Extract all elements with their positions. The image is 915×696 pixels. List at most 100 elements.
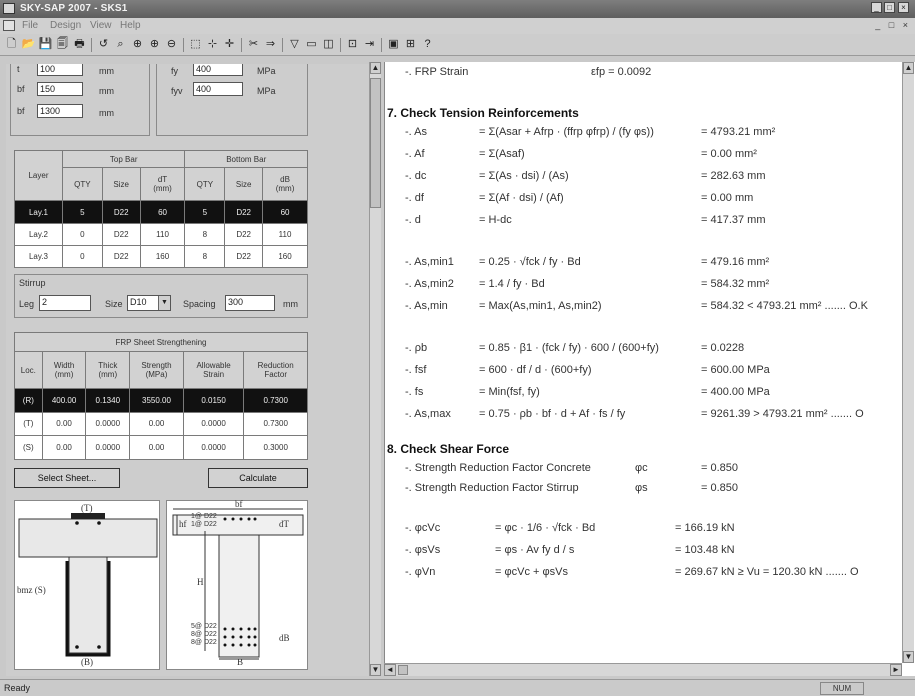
frp-cell-loc[interactable]: (R) [14, 387, 43, 413]
rebar-cell-bsize[interactable]: D22 [224, 244, 264, 269]
frp-cell-strain[interactable]: 0.0000 [182, 411, 245, 437]
filter-icon[interactable]: ▽ [287, 37, 302, 52]
frp-cell-strength[interactable]: 0.00 [129, 435, 184, 460]
frp-cell-loc[interactable]: (S) [14, 435, 43, 460]
pan-icon[interactable]: ↺ [96, 37, 111, 52]
stirrup-size-select[interactable]: D10 ▼ [127, 295, 171, 311]
rebar-cell-bqty[interactable]: 8 [184, 244, 226, 269]
paste-icon[interactable]: ⇒ [263, 37, 278, 52]
chevron-down-icon[interactable]: ▼ [158, 296, 170, 310]
scroll-down-icon[interactable]: ▼ [370, 664, 381, 676]
spacing-field[interactable]: 300 [225, 295, 275, 311]
menu-file[interactable]: File [22, 20, 38, 31]
rebar-cell-db[interactable]: 160 [262, 244, 308, 269]
minimize-button[interactable]: _ [871, 2, 882, 13]
maximize-button[interactable]: □ [884, 2, 895, 13]
select-icon[interactable]: ⬚ [188, 37, 203, 52]
frp-cell-thick[interactable]: 0.0000 [85, 435, 131, 460]
frp-cell-width[interactable]: 0.00 [41, 435, 87, 460]
input-panel-scrollbar[interactable]: ▲ ▼ [369, 62, 381, 676]
close-button[interactable]: × [898, 2, 909, 13]
frp-cell-strength[interactable]: 3550.00 [129, 387, 184, 413]
rebar-cell-dt[interactable]: 110 [139, 222, 186, 246]
table-row[interactable]: Lay.2 0 D22 110 8 D22 110 [14, 222, 308, 246]
rebar-cell-dt[interactable]: 160 [139, 244, 186, 269]
h-unit: mm [99, 108, 114, 118]
rebar-cell-tsize[interactable]: D22 [101, 244, 141, 269]
rebar-cell-tqty[interactable]: 5 [61, 200, 103, 224]
frp-cell-strain[interactable]: 0.0150 [182, 387, 245, 413]
frp-cell-factor[interactable]: 0.7300 [243, 387, 308, 413]
rebar-cell-layer[interactable]: Lay.3 [14, 244, 63, 269]
zoom-out-icon[interactable]: ⊖ [164, 37, 179, 52]
frp-cell-width[interactable]: 400.00 [41, 387, 87, 413]
section-icon[interactable]: ◫ [321, 37, 336, 52]
calc-icon[interactable]: ▣ [386, 37, 401, 52]
zoom-window-icon[interactable]: ⌕ [113, 37, 128, 52]
input-panel-scroll-thumb[interactable] [370, 78, 381, 208]
help-icon[interactable]: ? [420, 37, 435, 52]
menu-help[interactable]: Help [120, 20, 141, 31]
leg-field[interactable]: 2 [39, 295, 91, 311]
rebar-cell-tqty[interactable]: 0 [61, 244, 103, 269]
scroll-left-icon[interactable]: ◄ [384, 664, 396, 676]
move-icon[interactable]: ✛ [222, 37, 237, 52]
frp-cell-thick[interactable]: 0.1340 [85, 387, 131, 413]
frp-cell-loc[interactable]: (T) [14, 411, 43, 437]
fyv-field[interactable]: 400 [193, 82, 243, 96]
measure-icon[interactable]: ⊹ [205, 37, 220, 52]
zoom-fit-icon[interactable]: ⊕ [130, 37, 145, 52]
rebar-cell-db[interactable]: 60 [262, 200, 308, 224]
scroll-up-icon[interactable]: ▲ [370, 62, 381, 74]
rebar-cell-tsize[interactable]: D22 [101, 222, 141, 246]
bw-field[interactable]: 150 [37, 82, 83, 96]
fy-field[interactable]: 400 [193, 64, 243, 76]
rebar-cell-tqty[interactable]: 0 [61, 222, 103, 246]
table-row[interactable]: (R) 400.00 0.1340 3550.00 0.0150 0.7300 [14, 387, 308, 413]
report-scrollbar[interactable]: ▲ ▼ [902, 62, 914, 663]
report-scroll-down-icon[interactable]: ▼ [903, 651, 914, 663]
table-row[interactable]: Lay.1 5 D22 60 5 D22 60 [14, 200, 308, 224]
frp-cell-strength[interactable]: 0.00 [129, 411, 184, 437]
table-row[interactable]: (T) 0.00 0.0000 0.00 0.0000 0.7300 [14, 411, 308, 437]
rectangle-icon[interactable]: ▭ [304, 37, 319, 52]
scroll-right-icon[interactable]: ► [890, 664, 902, 676]
rebar-cell-bqty[interactable]: 5 [184, 200, 226, 224]
zoom-in-icon[interactable]: ⊕ [147, 37, 162, 52]
rebar-cell-layer[interactable]: Lay.2 [14, 222, 63, 246]
frp-cell-width[interactable]: 0.00 [41, 411, 87, 437]
rebar-cell-db[interactable]: 110 [262, 222, 308, 246]
rebar-cell-layer[interactable]: Lay.1 [14, 200, 63, 224]
rebar-cell-dt[interactable]: 60 [139, 200, 186, 224]
export-icon[interactable]: ⇥ [362, 37, 377, 52]
menu-view[interactable]: View [90, 20, 112, 31]
frp-cell-factor[interactable]: 0.7300 [243, 411, 308, 437]
save-icon[interactable]: 💾 [38, 37, 53, 52]
print-icon[interactable]: 🖶 [72, 37, 87, 52]
rebar-cell-tsize[interactable]: D22 [101, 200, 141, 224]
frp-cell-factor[interactable]: 0.3000 [243, 435, 308, 460]
table-row[interactable]: (S) 0.00 0.0000 0.00 0.0000 0.3000 [14, 435, 308, 460]
report-hscrollbar[interactable]: ◄ ► [384, 663, 902, 676]
report-icon[interactable]: ⊡ [345, 37, 360, 52]
select-sheet-button[interactable]: Select Sheet... [14, 468, 120, 488]
calculate-button[interactable]: Calculate [208, 468, 308, 488]
print-preview-icon[interactable]: 🗐 [55, 37, 70, 52]
h-field[interactable]: 1300 [37, 104, 83, 118]
open-folder-icon[interactable]: 📂 [21, 37, 36, 52]
t-field[interactable]: 100 [37, 64, 83, 76]
menu-design[interactable]: Design [50, 20, 81, 31]
document-icon[interactable] [3, 20, 15, 31]
frp-cell-thick[interactable]: 0.0000 [85, 411, 131, 437]
rebar-cell-bsize[interactable]: D22 [224, 222, 264, 246]
report-hscroll-thumb[interactable] [398, 665, 408, 675]
rebar-cell-bsize[interactable]: D22 [224, 200, 264, 224]
rebar-cell-bqty[interactable]: 8 [184, 222, 226, 246]
table-row[interactable]: Lay.3 0 D22 160 8 D22 160 [14, 244, 308, 269]
frp-cell-strain[interactable]: 0.0000 [182, 435, 245, 460]
layout-icon[interactable]: ⊞ [403, 37, 418, 52]
report-scroll-up-icon[interactable]: ▲ [903, 62, 914, 74]
mdi-window-buttons[interactable]: _ □ × [875, 20, 911, 30]
cut-icon[interactable]: ✂ [246, 37, 261, 52]
new-file-icon[interactable]: 🗋 [4, 37, 19, 52]
